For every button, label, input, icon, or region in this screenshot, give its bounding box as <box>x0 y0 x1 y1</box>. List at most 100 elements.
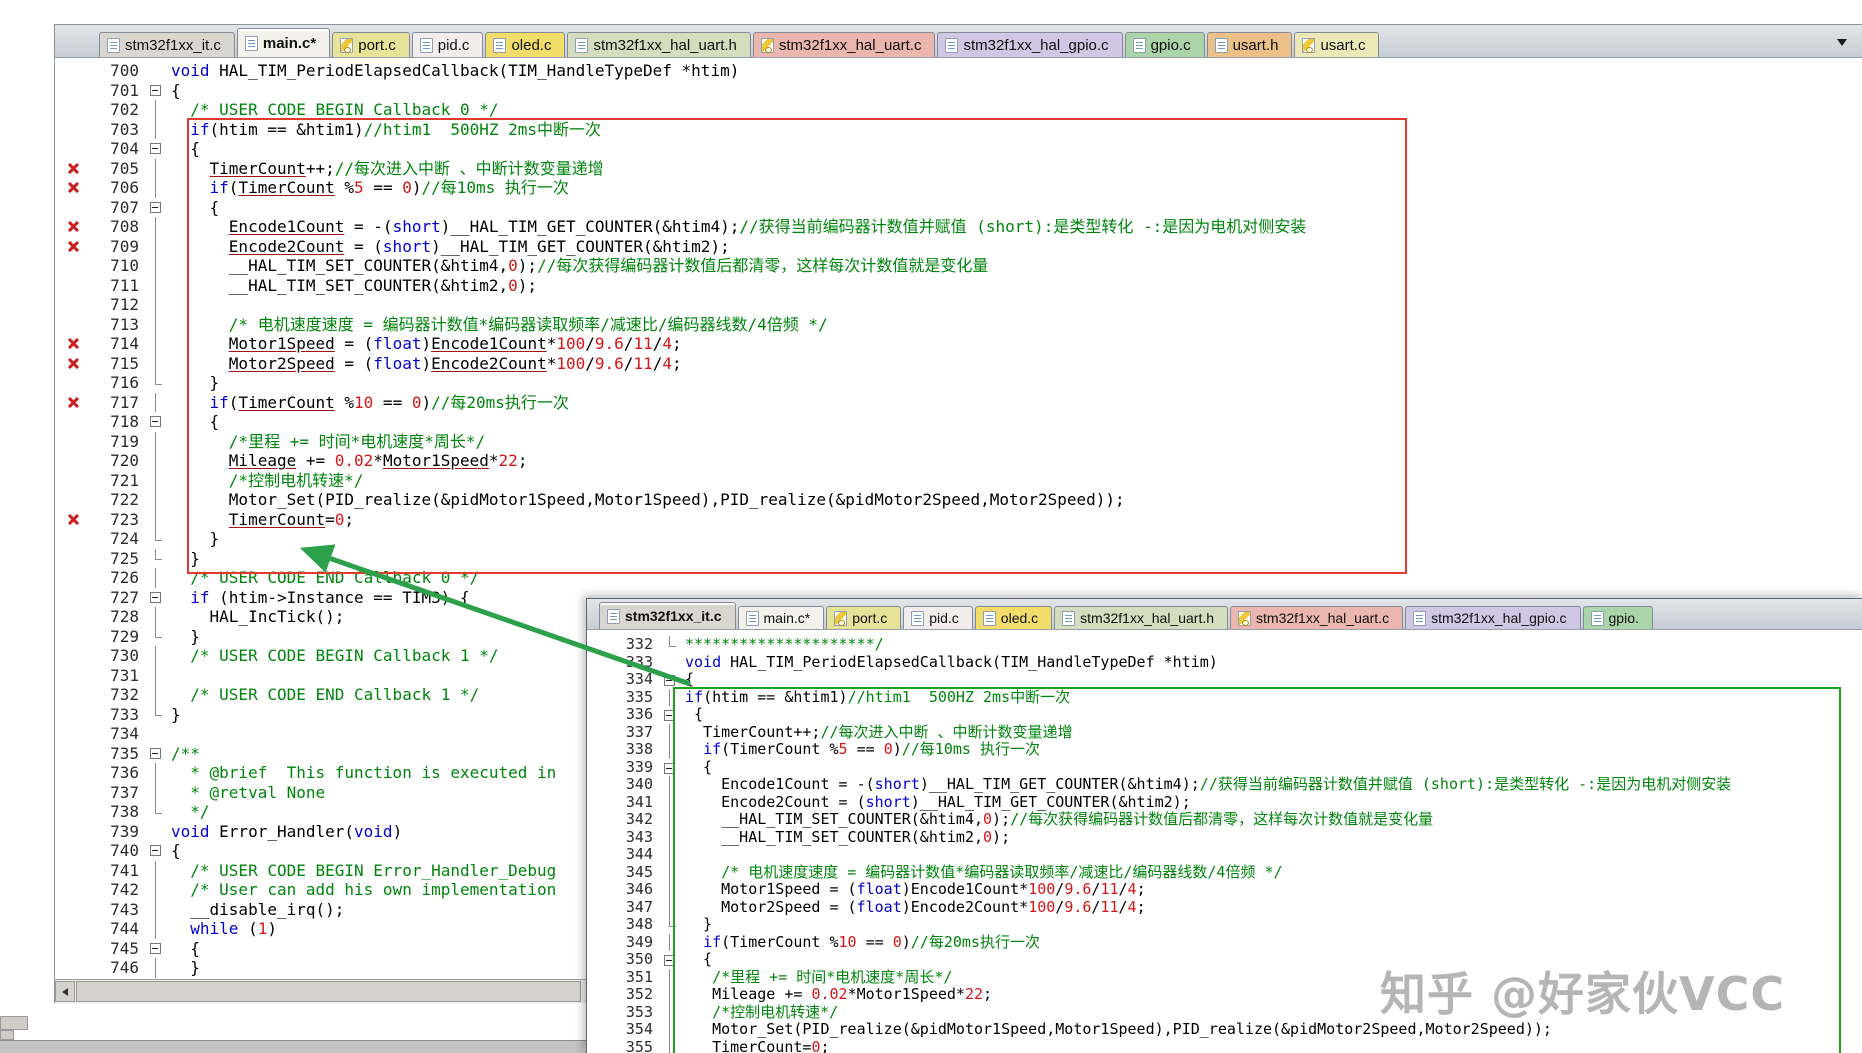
code-text[interactable]: /* User can add his own implementation <box>165 880 556 900</box>
line-number[interactable]: 726 <box>93 568 147 588</box>
code-text[interactable]: HAL_IncTick(); <box>165 607 345 627</box>
line-number[interactable]: 731 <box>93 666 147 686</box>
tab-main-c[interactable]: main.c* <box>236 28 331 57</box>
code-text[interactable]: Motor2Speed = (float)Encode2Count*100/9.… <box>679 898 1145 917</box>
scroll-left-button[interactable] <box>55 981 75 1002</box>
line-number[interactable]: 332 <box>601 635 661 654</box>
line-number[interactable]: 725 <box>93 549 147 569</box>
code-text[interactable]: Motor1Speed = (float)Encode1Count*100/9.… <box>679 880 1145 899</box>
scrollbar-thumb[interactable] <box>76 981 581 1002</box>
line-number[interactable]: 708 <box>93 217 147 237</box>
fold-toggle[interactable] <box>147 198 165 218</box>
line-number[interactable]: 730 <box>93 646 147 666</box>
line-number[interactable]: 709 <box>93 237 147 257</box>
line-number[interactable]: 733 <box>93 705 147 725</box>
line-number[interactable]: 737 <box>93 783 147 803</box>
code-text[interactable]: Encode1Count = -(short)__HAL_TIM_GET_COU… <box>165 217 1306 237</box>
line-number[interactable]: 736 <box>93 763 147 783</box>
code-text[interactable]: * @brief This function is executed in <box>165 763 556 783</box>
code-text[interactable]: while (1) <box>165 919 277 939</box>
code-text[interactable]: /* USER CODE BEGIN Callback 1 */ <box>165 646 498 666</box>
code-text[interactable]: Motor_Set(PID_realize(&pidMotor1Speed,Mo… <box>165 490 1125 510</box>
line-number[interactable]: 338 <box>601 740 661 759</box>
line-number[interactable]: 336 <box>601 705 661 724</box>
code-text[interactable] <box>165 724 171 744</box>
code-text[interactable]: if(TimerCount %5 == 0)//每10ms 执行一次 <box>679 740 1040 759</box>
line-number[interactable]: 745 <box>93 939 147 959</box>
line-number[interactable]: 342 <box>601 810 661 829</box>
tab-port-c[interactable]: port.c <box>332 32 410 57</box>
line-number[interactable]: 351 <box>601 968 661 987</box>
code-text[interactable]: __HAL_TIM_SET_COUNTER(&htim4,0);//每次获得编码… <box>165 256 989 276</box>
fold-toggle[interactable] <box>661 759 679 777</box>
line-number[interactable]: 334 <box>601 670 661 689</box>
code-text[interactable] <box>165 666 171 686</box>
code-text[interactable]: Mileage += 0.02*Motor1Speed*22; <box>679 985 992 1004</box>
code-text[interactable]: */ <box>165 802 209 822</box>
code-text[interactable]: Encode2Count = (short)__HAL_TIM_GET_COUN… <box>165 237 730 257</box>
line-number[interactable]: 739 <box>93 822 147 842</box>
line-number[interactable]: 705 <box>93 159 147 179</box>
code-text[interactable]: if(TimerCount %10 == 0)//每20ms执行一次 <box>165 393 569 413</box>
line-number[interactable]: 350 <box>601 950 661 969</box>
code-text[interactable]: * @retval None <box>165 783 325 803</box>
code-text[interactable]: TimerCount=0; <box>679 1038 829 1053</box>
code-text[interactable]: *********************/ <box>679 635 884 654</box>
line-number[interactable]: 348 <box>601 915 661 934</box>
line-number[interactable]: 723 <box>93 510 147 530</box>
code-text[interactable]: { <box>679 758 712 777</box>
tab-main-c[interactable]: main.c* <box>737 606 825 629</box>
fold-toggle[interactable] <box>147 939 165 959</box>
code-text[interactable]: /*控制电机转速*/ <box>165 471 364 491</box>
code-text[interactable]: /* USER CODE BEGIN Error_Handler_Debug <box>165 861 556 881</box>
code-text[interactable]: /*里程 += 时间*电机速度*周长*/ <box>679 968 952 987</box>
code-text[interactable]: if(TimerCount %5 == 0)//每10ms 执行一次 <box>165 178 569 198</box>
error-cross-mark[interactable] <box>55 393 93 413</box>
code-text[interactable]: { <box>165 81 181 101</box>
line-number[interactable]: 741 <box>93 861 147 881</box>
code-text[interactable]: __HAL_TIM_SET_COUNTER(&htim2,0); <box>165 276 537 296</box>
line-number[interactable]: 734 <box>93 724 147 744</box>
line-number[interactable]: 345 <box>601 863 661 882</box>
tab-stm32f1xx-hal-uart-c[interactable]: stm32f1xx_hal_uart.c <box>1230 606 1404 629</box>
code-text[interactable]: } <box>165 627 200 647</box>
line-number[interactable]: 337 <box>601 723 661 742</box>
line-number[interactable]: 701 <box>93 81 147 101</box>
tab-gpio[interactable]: gpio. <box>1582 606 1653 629</box>
line-number[interactable]: 353 <box>601 1003 661 1022</box>
code-text[interactable]: /** <box>165 744 200 764</box>
tab-overflow-button[interactable] <box>1831 34 1853 50</box>
tab-stm32f1xx-it-c[interactable]: stm32f1xx_it.c <box>99 32 235 57</box>
line-number[interactable]: 732 <box>93 685 147 705</box>
tab-oled-c[interactable]: oled.c <box>974 606 1053 629</box>
code-text[interactable]: Motor1Speed = (float)Encode1Count*100/9.… <box>165 334 682 354</box>
code-text[interactable]: Encode2Count = (short)__HAL_TIM_GET_COUN… <box>679 793 1191 812</box>
line-number[interactable]: 346 <box>601 880 661 899</box>
line-number[interactable]: 703 <box>93 120 147 140</box>
fold-toggle[interactable] <box>147 81 165 101</box>
line-number[interactable]: 714 <box>93 334 147 354</box>
tab-stm32f1xx-hal-gpio-c[interactable]: stm32f1xx_hal_gpio.c <box>937 32 1123 57</box>
code-text[interactable]: { <box>165 198 220 218</box>
line-number[interactable]: 340 <box>601 775 661 794</box>
line-number[interactable]: 720 <box>93 451 147 471</box>
code-text[interactable]: } <box>165 705 181 725</box>
line-number[interactable]: 343 <box>601 828 661 847</box>
code-text[interactable]: void HAL_TIM_PeriodElapsedCallback(TIM_H… <box>679 653 1218 672</box>
line-number[interactable]: 700 <box>93 61 147 81</box>
line-number[interactable]: 333 <box>601 653 661 672</box>
line-number[interactable]: 706 <box>93 178 147 198</box>
line-number[interactable]: 344 <box>601 845 661 864</box>
code-text[interactable]: /* USER CODE BEGIN Callback 0 */ <box>165 100 498 120</box>
code-text[interactable]: { <box>679 950 712 969</box>
code-text[interactable]: { <box>679 670 694 689</box>
code-text[interactable]: /*控制电机转速*/ <box>679 1003 838 1022</box>
line-number[interactable]: 746 <box>93 958 147 978</box>
line-number[interactable]: 704 <box>93 139 147 159</box>
tab-gpio-c[interactable]: gpio.c <box>1124 32 1205 57</box>
code-text[interactable]: /* USER CODE END Callback 1 */ <box>165 685 479 705</box>
code-text[interactable]: } <box>679 915 712 934</box>
code-text[interactable]: { <box>165 939 200 959</box>
error-cross-mark[interactable] <box>55 217 93 237</box>
line-number[interactable]: 702 <box>93 100 147 120</box>
